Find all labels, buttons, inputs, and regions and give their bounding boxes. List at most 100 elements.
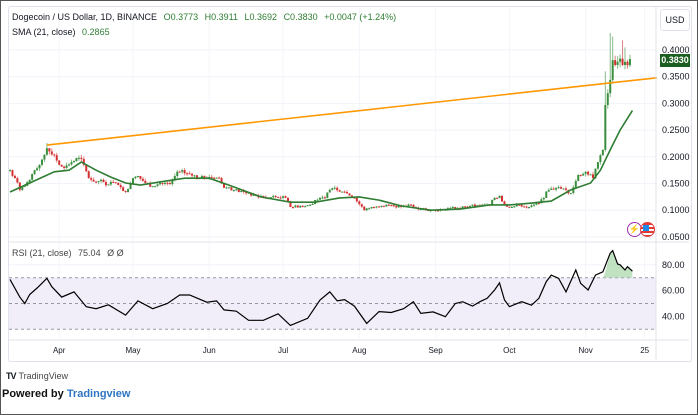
candle-body: [520, 204, 523, 207]
candle-body: [18, 182, 21, 190]
candle-body: [338, 190, 341, 192]
candle-body: [191, 173, 194, 176]
us-flag-icon[interactable]: [640, 222, 655, 237]
candle-body: [343, 191, 346, 193]
candle-body: [336, 187, 339, 191]
candle-body: [28, 179, 31, 183]
candles: [9, 32, 631, 213]
symbol-title: Dogecoin / US Dollar, 1D, BINANCE: [12, 12, 158, 22]
candle-body: [528, 206, 531, 208]
logo-text: TradingView: [18, 371, 69, 381]
candle-body: [555, 187, 558, 190]
candle-body: [188, 173, 191, 175]
tradingview-logo[interactable]: TV TradingView: [6, 371, 68, 381]
candle-body: [132, 178, 134, 184]
candle-body: [461, 206, 464, 209]
candle-body: [43, 154, 46, 160]
candle-body: [542, 197, 545, 200]
candle-body: [464, 206, 467, 208]
candle-body: [102, 179, 105, 183]
candle-body: [87, 171, 90, 179]
candle-body: [284, 196, 287, 198]
candle-body: [493, 197, 496, 200]
candle-body: [141, 178, 144, 181]
candle-body: [151, 186, 154, 188]
chart-canvas[interactable]: 0.40000.35000.30000.25000.20000.15000.10…: [0, 0, 698, 415]
candle-body: [299, 205, 302, 208]
candle-body: [31, 173, 34, 180]
candle-body: [45, 148, 48, 155]
tv-logo-icon: TV: [6, 371, 16, 381]
candle-body: [104, 182, 107, 186]
candle-body: [532, 204, 535, 206]
candle-body: [510, 206, 513, 208]
candle-body: [183, 170, 186, 174]
candle-body: [587, 171, 590, 175]
candle-body: [16, 178, 19, 183]
candle-body: [117, 182, 120, 186]
candle-body: [390, 204, 393, 206]
candle-body: [68, 164, 71, 166]
candle-body: [557, 187, 560, 189]
time-tick-label: May: [125, 346, 140, 355]
tradingview-link[interactable]: Tradingview: [67, 388, 131, 400]
candle-body: [274, 196, 277, 198]
candle-body: [584, 171, 587, 174]
symbol-legend: Dogecoin / US Dollar, 1D, BINANCE O0.377…: [12, 12, 396, 22]
low-value: L0.3692: [244, 12, 278, 22]
candle-body: [63, 166, 66, 169]
candle-body: [114, 182, 117, 184]
candle-body: [144, 180, 147, 183]
candle-body: [109, 181, 112, 185]
price-tick-label: 0.2500: [662, 125, 690, 135]
candle-body: [550, 188, 553, 190]
candle-body: [328, 189, 331, 193]
sma-legend[interactable]: SMA (21, close) 0.2865: [12, 27, 110, 37]
price-tick-label: 0.3500: [662, 72, 690, 82]
candle-body: [321, 197, 324, 199]
powered-prefix: Powered by: [2, 388, 64, 400]
candle-body: [232, 189, 235, 191]
candle-body: [161, 182, 164, 184]
candle-body: [316, 199, 319, 201]
candle-body: [65, 165, 68, 169]
time-tick-label: Jul: [278, 346, 288, 355]
candle-body: [33, 170, 36, 174]
candle-body: [136, 176, 139, 178]
candle-body: [80, 157, 83, 159]
candle-body: [225, 187, 228, 189]
candle-body: [378, 206, 380, 208]
candle-body: [331, 188, 334, 190]
time-tick-label: Oct: [503, 346, 516, 355]
high-value: H0.3911: [204, 12, 238, 22]
candle-body: [513, 206, 516, 208]
candle-body: [596, 162, 599, 169]
candle-body: [469, 205, 472, 207]
candle-body: [385, 204, 388, 207]
candle-body: [471, 204, 474, 206]
sma-value: 0.2865: [82, 27, 110, 37]
candle-body: [545, 191, 548, 198]
candle-body: [156, 184, 159, 186]
open-value: O0.3773: [163, 12, 199, 22]
currency-button[interactable]: USD: [660, 9, 690, 31]
candle-body: [193, 175, 196, 177]
candle-body: [395, 205, 398, 208]
candle-body: [560, 187, 563, 189]
candle-body: [186, 173, 189, 175]
candle-body: [272, 196, 275, 198]
time-tick-label: Apr: [53, 346, 66, 355]
candle-body: [577, 174, 580, 181]
candle-body: [501, 195, 503, 202]
rsi-legend[interactable]: RSI (21, close) 75.04 Ø Ø: [12, 248, 124, 258]
candle-body: [363, 206, 366, 211]
candle-body: [530, 205, 533, 207]
candle-body: [58, 160, 61, 165]
candle-body: [36, 168, 39, 171]
candle-body: [163, 182, 166, 184]
candle-body: [72, 161, 75, 163]
candle-body: [122, 187, 125, 192]
candle-body: [306, 205, 309, 207]
last-price-label: 0.3830: [660, 54, 690, 67]
candle-body: [168, 183, 171, 185]
